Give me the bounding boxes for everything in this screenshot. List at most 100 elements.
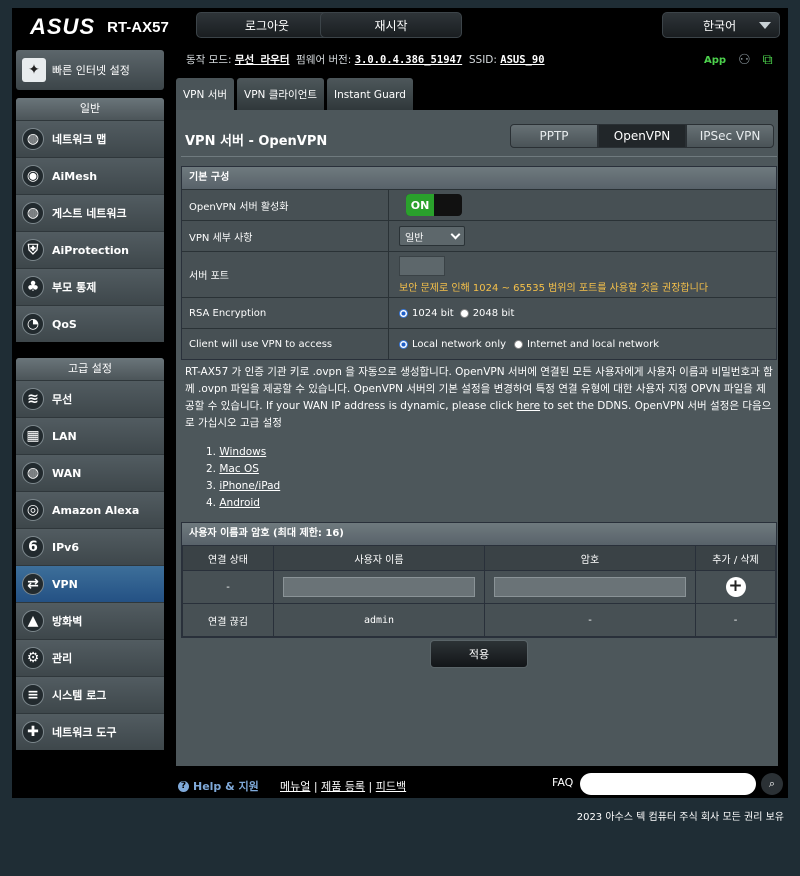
iphone-ipad-link[interactable]: iPhone/iPad bbox=[219, 480, 280, 492]
tab-vpn-server[interactable]: VPN 서버 bbox=[176, 78, 235, 111]
menu-label: IPv6 bbox=[52, 540, 79, 554]
menu-label: QoS bbox=[52, 317, 77, 331]
menu-label: WAN bbox=[52, 466, 82, 480]
user-action-cell: - bbox=[695, 603, 776, 637]
ssid-link[interactable]: ASUS_90 bbox=[500, 54, 544, 66]
model-name: RT-AX57 bbox=[107, 18, 169, 36]
operation-mode-label: 동작 모드: bbox=[186, 54, 232, 66]
feedback-link[interactable]: 피드백 bbox=[376, 780, 406, 793]
tab-instant-guard[interactable]: Instant Guard bbox=[327, 78, 413, 111]
col-add-delete: 추가 / 삭제 bbox=[695, 545, 776, 571]
col-password: 암호 bbox=[484, 545, 696, 571]
divider bbox=[181, 156, 777, 157]
menu-item-administration[interactable]: ⚙ 관리 bbox=[16, 639, 164, 676]
wifi-icon: ≋ bbox=[22, 388, 44, 410]
firmware-label: 펌웨어 버전: bbox=[296, 54, 352, 66]
rsa-2048-radio[interactable] bbox=[459, 308, 469, 318]
vpn-type-ipsec[interactable]: IPSec VPN bbox=[686, 124, 774, 148]
firmware-version-link[interactable]: 3.0.0.4.386_51947 bbox=[355, 54, 462, 66]
language-select[interactable]: 한국어 bbox=[662, 12, 780, 38]
vpn-details-value: 일반 bbox=[405, 232, 424, 244]
tab-vpn-client[interactable]: VPN 클라이언트 bbox=[237, 78, 325, 111]
macos-link[interactable]: Mac OS bbox=[219, 463, 259, 475]
server-port-input[interactable] bbox=[399, 255, 445, 276]
menu-item-network-tools[interactable]: ✚ 네트워크 도구 bbox=[16, 713, 164, 750]
vpn-type-openvpn[interactable]: OpenVPN bbox=[598, 124, 686, 148]
ddns-here-link[interactable]: here bbox=[516, 400, 540, 412]
menu-label: AiProtection bbox=[52, 243, 129, 257]
local-network-only-radio[interactable] bbox=[399, 339, 408, 349]
status-bar: 동작 모드: 무선 라우터 펌웨어 버전: 3.0.0.4.386_51947 … bbox=[186, 52, 545, 67]
help-support[interactable]: ? Help & 지원 bbox=[178, 778, 259, 794]
menu-item-guest-network[interactable]: ◍ 게스트 네트워크 bbox=[16, 194, 164, 231]
menu-item-aiprotection[interactable]: ⛨ AiProtection bbox=[16, 231, 164, 268]
operation-mode-link[interactable]: 무선 라우터 bbox=[235, 54, 290, 66]
apply-button[interactable]: 적용 bbox=[430, 640, 528, 668]
logout-button[interactable]: 로그아웃 bbox=[196, 12, 338, 38]
shield-icon: ⛨ bbox=[22, 239, 44, 261]
users-table: 연결 상태 사용자 이름 암호 추가 / 삭제 - + 연결 끊김 admin … bbox=[182, 545, 776, 637]
new-username-input[interactable] bbox=[283, 577, 475, 597]
server-port-label: 서버 포트 bbox=[182, 252, 389, 297]
menu-label: 네트워크 맵 bbox=[52, 133, 107, 146]
menu-item-wireless[interactable]: ≋ 무선 bbox=[16, 380, 164, 417]
manual-link[interactable]: 메뉴얼 bbox=[280, 780, 310, 793]
language-label: 한국어 bbox=[703, 18, 737, 33]
rsa-encryption-label: RSA Encryption bbox=[182, 298, 389, 328]
user-name-cell: admin bbox=[273, 603, 485, 637]
clients-icon[interactable]: ⚇ bbox=[738, 52, 751, 68]
menu-item-lan[interactable]: ▦ LAN bbox=[16, 417, 164, 454]
basic-config-header: 기본 구성 bbox=[182, 167, 776, 189]
globe-icon: ◍ bbox=[22, 202, 44, 224]
menu-label: VPN bbox=[52, 577, 78, 591]
internet-and-local-label: Internet and local network bbox=[527, 338, 660, 350]
vpn-type-switch: PPTP OpenVPN IPSec VPN bbox=[510, 124, 774, 148]
android-link[interactable]: Android bbox=[219, 497, 260, 509]
menu-label: 방화벽 bbox=[52, 615, 83, 628]
new-password-input[interactable] bbox=[494, 577, 686, 597]
gauge-icon: ◔ bbox=[22, 313, 44, 335]
faq-search-input[interactable] bbox=[580, 773, 756, 795]
toggle-on-label: ON bbox=[406, 194, 434, 216]
menu-item-aimesh[interactable]: ◉ AiMesh bbox=[16, 157, 164, 194]
rsa-2048-label: 2048 bit bbox=[472, 307, 515, 319]
user-connection-status: 연결 끊김 bbox=[182, 603, 274, 637]
enable-openvpn-toggle[interactable]: ON bbox=[406, 194, 462, 216]
menu-item-firewall[interactable]: ▲ 방화벽 bbox=[16, 602, 164, 639]
ipv6-icon: 6 bbox=[22, 536, 44, 558]
menu-item-amazon-alexa[interactable]: ◎ Amazon Alexa bbox=[16, 491, 164, 528]
vpn-details-select[interactable]: 일반 bbox=[399, 226, 465, 246]
internet-and-local-radio[interactable] bbox=[514, 339, 524, 349]
lan-icon: ▦ bbox=[22, 425, 44, 447]
usb-status-icon[interactable]: ⧉ bbox=[763, 52, 773, 68]
menu-item-system-log[interactable]: ≡ 시스템 로그 bbox=[16, 676, 164, 713]
vpn-icon: ⇄ bbox=[22, 573, 44, 595]
enable-openvpn-label: OpenVPN 서버 활성화 bbox=[182, 190, 389, 220]
chevron-down-icon bbox=[450, 229, 461, 240]
reboot-button[interactable]: 재시작 bbox=[320, 12, 462, 38]
menu-label: 네트워크 도구 bbox=[52, 726, 117, 739]
rsa-1024-radio[interactable] bbox=[399, 308, 408, 318]
user-password-cell: - bbox=[484, 603, 696, 637]
menu-item-wan[interactable]: ◍ WAN bbox=[16, 454, 164, 491]
main-panel: VPN 서버 - OpenVPN PPTP OpenVPN IPSec VPN … bbox=[176, 110, 778, 766]
vpn-type-pptp[interactable]: PPTP bbox=[510, 124, 598, 148]
basic-config-section: 기본 구성 OpenVPN 서버 활성화 ON VPN 세부 사항 일반 서버 … bbox=[181, 166, 777, 360]
menu-item-network-map[interactable]: ◍ 네트워크 맵 bbox=[16, 120, 164, 157]
client-access-label: Client will use VPN to access bbox=[182, 329, 389, 359]
windows-link[interactable]: Windows bbox=[219, 446, 266, 458]
table-row: 연결 끊김 admin - - bbox=[182, 603, 776, 637]
app-link[interactable]: App bbox=[704, 55, 726, 66]
menu-item-vpn[interactable]: ⇄ VPN bbox=[16, 565, 164, 602]
alexa-icon: ◎ bbox=[22, 499, 44, 521]
add-user-icon[interactable]: + bbox=[725, 577, 746, 597]
menu-label: 무선 bbox=[52, 393, 73, 406]
footer-links: 메뉴얼 | 제품 등록 | 피드백 bbox=[280, 780, 407, 793]
search-icon[interactable]: ⌕ bbox=[761, 773, 783, 795]
menu-item-parental-control[interactable]: ♣ 부모 통제 bbox=[16, 268, 164, 305]
menu-item-qos[interactable]: ◔ QoS bbox=[16, 305, 164, 342]
quick-internet-setup-button[interactable]: ✦ 빠른 인터넷 설정 bbox=[16, 50, 164, 90]
menu-item-ipv6[interactable]: 6 IPv6 bbox=[16, 528, 164, 565]
product-registration-link[interactable]: 제품 등록 bbox=[321, 780, 365, 793]
family-icon: ♣ bbox=[22, 276, 44, 298]
